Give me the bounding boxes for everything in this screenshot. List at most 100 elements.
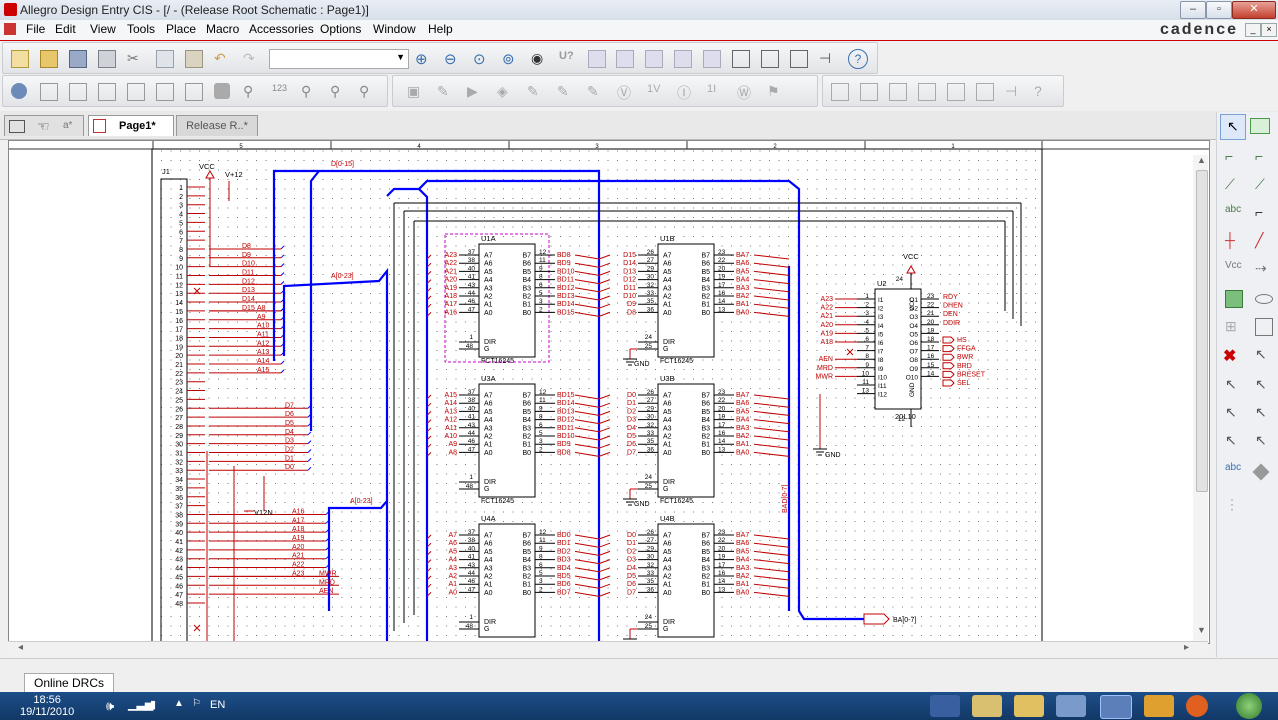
tab-project[interactable]: ☜ a* <box>4 115 84 136</box>
menu-view[interactable]: View <box>90 22 116 36</box>
cut-icon[interactable]: ✂ <box>127 50 143 66</box>
port-icon[interactable]: ⇢ <box>1255 260 1271 276</box>
subdesign-icon[interactable] <box>98 83 116 101</box>
net-group-icon[interactable]: ⌐ <box>1255 148 1271 164</box>
horizontal-scrollbar[interactable]: ◂ ▸ <box>8 641 1208 656</box>
menu-options[interactable]: Options <box>320 22 361 36</box>
battery-icon[interactable]: ▮ <box>150 698 166 712</box>
pcb-editor-icon[interactable]: ▣ <box>407 83 423 99</box>
zoom-out-icon[interactable]: ⊖ <box>444 50 460 68</box>
simulate-icon[interactable] <box>947 83 965 101</box>
menu-place[interactable]: Place <box>166 22 196 36</box>
menu-help[interactable]: Help <box>428 22 453 36</box>
menu-tools[interactable]: Tools <box>127 22 155 36</box>
mdi-minimize-icon[interactable]: _ <box>1245 23 1261 37</box>
pencil-icon[interactable]: ✎ <box>557 83 573 99</box>
taskbar-explorer-icon[interactable] <box>1014 695 1044 717</box>
bezier-icon[interactable]: ↖ <box>1225 404 1241 420</box>
open-icon[interactable] <box>40 50 58 68</box>
vertical-scroll-thumb[interactable] <box>1196 170 1208 492</box>
wire-tool-icon[interactable]: ⌐ <box>1225 148 1241 164</box>
zoom-all-icon[interactable]: ⊚ <box>502 50 518 68</box>
ba-offpage-connector[interactable] <box>863 613 890 625</box>
more-tools-icon[interactable]: ⋮ <box>1225 496 1241 512</box>
drc-icon[interactable] <box>616 50 634 68</box>
line-icon[interactable]: ↖ <box>1225 376 1241 392</box>
find-next-icon[interactable]: ⚲ <box>359 83 375 99</box>
print-icon[interactable] <box>98 50 116 68</box>
scroll-left-icon[interactable]: ◂ <box>18 642 23 653</box>
ellipse-icon[interactable] <box>1255 294 1273 304</box>
bom-icon[interactable] <box>703 50 721 68</box>
bus-entry-icon[interactable]: ⟋ <box>1255 176 1271 192</box>
power-symbol-icon[interactable]: ┼ <box>1225 232 1241 248</box>
numbering-icon[interactable]: 123 <box>272 83 288 99</box>
diamond-icon[interactable] <box>1252 463 1270 481</box>
voltage-icon[interactable]: Ⓥ <box>617 83 633 101</box>
undo-icon[interactable]: ↶ <box>214 50 230 66</box>
bias-current-icon[interactable]: 1I <box>707 83 723 99</box>
menu-macro[interactable]: Macro <box>206 22 239 36</box>
help-icon[interactable]: ? <box>848 49 868 69</box>
find-icon[interactable]: ⚲ <box>330 83 346 99</box>
minimize-button[interactable]: – <box>1180 1 1206 19</box>
taskbar-capture-icon[interactable] <box>1100 695 1132 719</box>
menu-window[interactable]: Window <box>373 22 416 36</box>
no-connect-icon[interactable]: ✖ <box>1223 346 1243 365</box>
part-search-combo[interactable]: ▼ <box>269 49 409 69</box>
mdi-close-icon[interactable]: × <box>1261 23 1277 37</box>
power-icon[interactable]: Ⓦ <box>737 83 753 101</box>
annotate-icon[interactable]: U? <box>559 50 575 66</box>
part-manager-icon[interactable] <box>40 83 58 101</box>
zoom-in-icon[interactable]: ⊕ <box>415 50 431 68</box>
probe-icon[interactable]: ⊣ <box>1005 83 1021 99</box>
show-hidden-icons[interactable]: ▲ <box>174 698 190 712</box>
taskbar-firefox-icon[interactable] <box>1186 695 1208 717</box>
eraser-icon[interactable]: ✎ <box>587 83 603 99</box>
menu-accessories[interactable]: Accessories <box>249 22 314 36</box>
picture-icon[interactable]: ↖ <box>1255 432 1271 448</box>
schematic-canvas[interactable]: 54321 J1 1 2 3 4 5 6 7 8 9 10 11 12 13 14 15 16 17 18 19 20 2… <box>8 140 1210 644</box>
arc-icon[interactable]: ↖ <box>1255 376 1271 392</box>
close-button[interactable]: ✕ <box>1232 1 1276 19</box>
hier-pin-icon[interactable]: ⊞ <box>1225 318 1241 334</box>
hierarchical-block-icon[interactable] <box>1225 290 1243 308</box>
scroll-up-icon[interactable]: ▲ <box>1197 155 1206 165</box>
system-clock[interactable]: 18:56 19/11/2010 <box>20 694 74 718</box>
variant-icon[interactable] <box>69 83 87 101</box>
link-database-icon[interactable] <box>156 83 174 101</box>
bus-tool-icon[interactable]: ⟋ <box>1225 176 1241 192</box>
off-page-icon[interactable]: Vcc <box>1225 260 1242 276</box>
schematic-drawing[interactable]: 54321 J112345678910111213141516171819202… <box>9 141 1209 643</box>
net-alias-icon[interactable]: abc <box>1225 204 1245 220</box>
cis-explorer-icon[interactable] <box>11 83 27 99</box>
query-icon[interactable] <box>185 83 203 101</box>
menu-edit[interactable]: Edit <box>55 22 76 36</box>
zoom-area-icon[interactable]: ⊙ <box>473 50 489 68</box>
save-icon[interactable] <box>69 50 87 68</box>
copy-icon[interactable] <box>156 50 174 68</box>
junction-icon[interactable]: ⌐ <box>1255 204 1271 220</box>
highlight-icon[interactable]: ✎ <box>527 83 543 99</box>
menu-file[interactable]: File <box>26 22 45 36</box>
action-center-icon[interactable]: ⚐ <box>192 698 208 712</box>
cross-reference-icon[interactable] <box>674 50 692 68</box>
text-icon[interactable]: abc <box>1225 462 1245 480</box>
generate-part-icon[interactable] <box>214 83 230 99</box>
eye-icon[interactable]: ◉ <box>531 50 547 66</box>
polyline-icon[interactable]: ↖ <box>1255 346 1271 362</box>
paste-icon[interactable] <box>185 50 203 68</box>
assign-icon[interactable] <box>127 83 145 101</box>
volume-icon[interactable]: 🕪 <box>106 698 122 713</box>
ground-symbol-icon[interactable]: ╱ <box>1255 232 1271 248</box>
sigxp-icon[interactable] <box>831 83 849 101</box>
search-icon[interactable]: ⚲ <box>301 83 317 99</box>
new-icon[interactable] <box>11 50 29 68</box>
bias-voltage-icon[interactable]: 1V <box>647 83 663 99</box>
cross-probe-icon[interactable]: ◈ <box>497 83 513 99</box>
pin-icon[interactable]: ⚲ <box>243 83 259 99</box>
drag-icon[interactable] <box>790 50 808 68</box>
place-part-icon[interactable] <box>1250 118 1270 134</box>
scroll-right-icon[interactable]: ▸ <box>1184 642 1189 653</box>
online-drcs-tab[interactable]: Online DRCs <box>24 673 114 692</box>
